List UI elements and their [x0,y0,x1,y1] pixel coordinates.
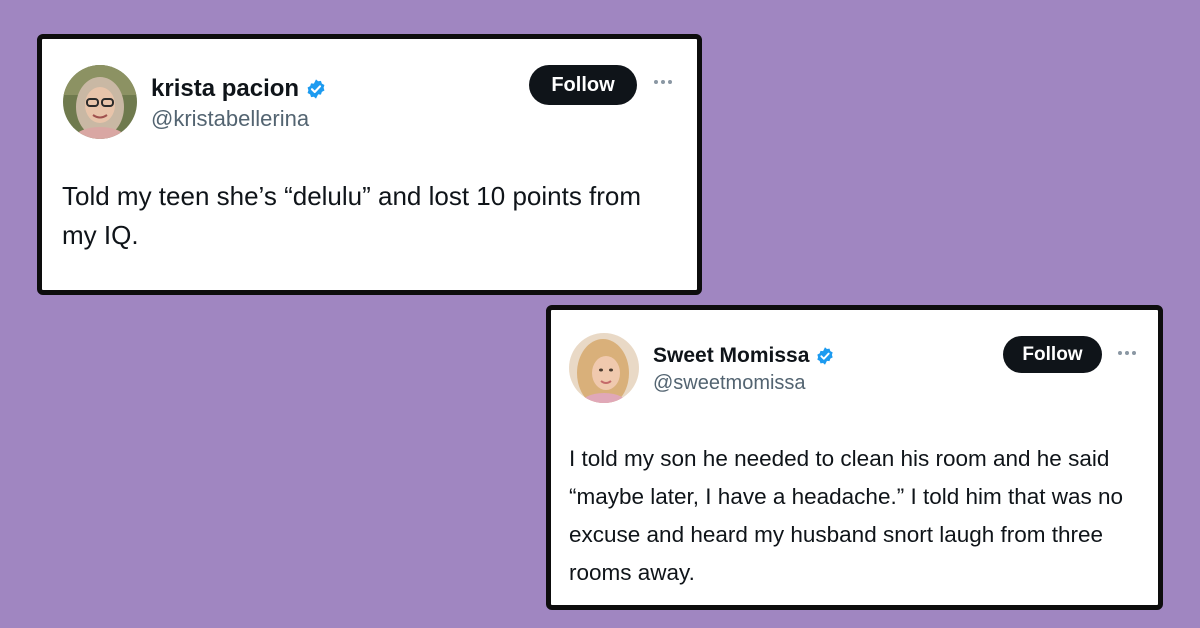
verified-badge-icon [307,79,325,99]
verified-badge-icon [817,347,834,365]
tweet-card[interactable]: Sweet Momissa @sweetmomissa Follow I tol… [546,305,1163,610]
tweet-card[interactable]: krista pacion @kristabellerina Follow To… [37,34,702,295]
user-handle[interactable]: @sweetmomissa [653,372,806,395]
follow-button[interactable]: Follow [1003,336,1102,373]
avatar[interactable] [63,65,137,139]
avatar-photo [63,65,137,139]
tweet-text: Told my teen she’s “delulu” and lost 10 … [62,181,642,250]
follow-button[interactable]: Follow [529,65,637,105]
more-horizontal-icon[interactable] [654,80,672,84]
display-name[interactable]: krista pacion [151,75,299,103]
more-horizontal-icon[interactable] [1118,351,1136,355]
tweet-text: I told my son he needed to clean his roo… [569,446,1124,585]
avatar-photo [569,333,639,403]
display-name[interactable]: Sweet Momissa [653,344,809,368]
avatar[interactable] [569,333,639,403]
user-handle[interactable]: @kristabellerina [151,106,309,132]
